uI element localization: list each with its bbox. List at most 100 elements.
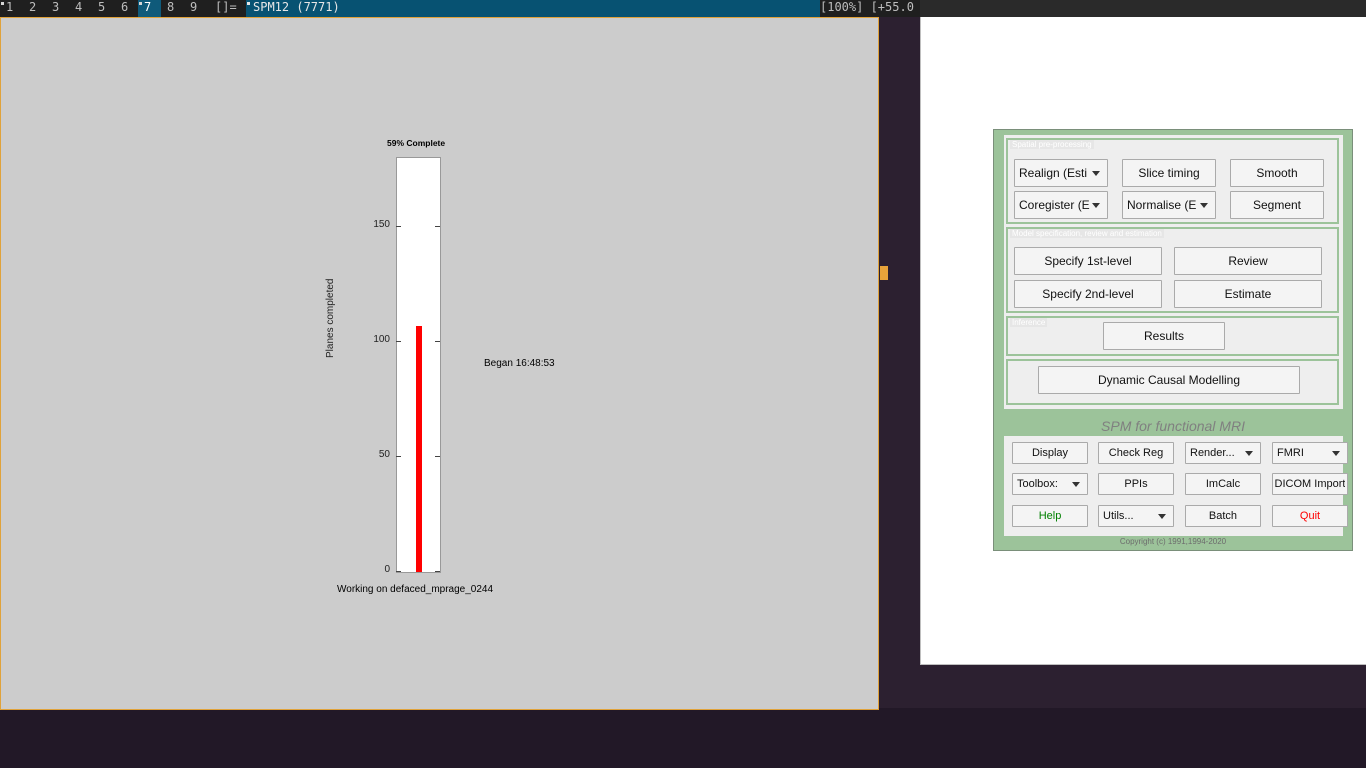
- workspace-label: 2: [29, 0, 37, 14]
- workspace-9[interactable]: 9: [184, 0, 207, 17]
- dcm-label: Dynamic Causal Modelling: [1097, 373, 1241, 387]
- y-tick-label: 0: [384, 564, 390, 575]
- workspace-label: 1: [6, 0, 14, 14]
- coregister-label: Coregister (E: [1019, 198, 1090, 212]
- spm-main-area: Spatial pre-processing Realign (Esti Sli…: [1004, 135, 1343, 409]
- modality-popup[interactable]: FMRI: [1272, 442, 1348, 464]
- dicom-import-label: DICOM Import: [1274, 478, 1346, 490]
- render-popup[interactable]: Render...: [1185, 442, 1261, 464]
- wallpaper: [0, 708, 1366, 768]
- estimate-button[interactable]: Estimate: [1174, 280, 1322, 308]
- status-text: [100%] [+55.0: [820, 0, 914, 14]
- workspace-label: 3: [52, 0, 60, 14]
- toolbox-label: Toolbox:: [1017, 478, 1058, 490]
- workspace-1[interactable]: 1: [0, 0, 23, 17]
- realign-popup[interactable]: Realign (Esti: [1014, 159, 1108, 187]
- estimate-label: Estimate: [1224, 287, 1272, 301]
- chevron-down-icon: [1072, 482, 1080, 487]
- spm-subtitle: SPM for functional MRI: [1101, 418, 1245, 434]
- window-title: SPM12 (7771): [253, 0, 340, 14]
- normalise-popup[interactable]: Normalise (E: [1122, 191, 1216, 219]
- workspace-5[interactable]: 5: [92, 0, 115, 17]
- y-tick: [435, 571, 440, 572]
- copyright-text: Copyright (c) 1991,1994-2020: [1119, 537, 1227, 546]
- help-button[interactable]: Help: [1012, 505, 1088, 527]
- y-tick: [396, 571, 401, 572]
- spm-menu-window: Spatial pre-processing Realign (Esti Sli…: [920, 17, 1366, 665]
- status-bar: 1 2 3 4 5 6 7 8 9 []= SPM12 (7771) [100%…: [0, 0, 920, 17]
- wallpaper-strip: [878, 17, 920, 708]
- workspace-label: 7: [144, 0, 152, 14]
- workspace-2[interactable]: 2: [23, 0, 46, 17]
- ppis-button[interactable]: PPIs: [1098, 473, 1174, 495]
- chevron-down-icon: [1200, 203, 1208, 208]
- specify-1st-level-button[interactable]: Specify 1st-level: [1014, 247, 1162, 275]
- dicom-import-button[interactable]: DICOM Import: [1272, 473, 1348, 495]
- smooth-label: Smooth: [1256, 166, 1298, 180]
- y-tick: [435, 226, 440, 227]
- chevron-down-icon: [1092, 171, 1100, 176]
- ppis-label: PPIs: [1124, 478, 1148, 490]
- y-tick: [435, 456, 440, 457]
- segment-label: Segment: [1252, 198, 1302, 212]
- status-bar-extension: [920, 0, 1366, 17]
- utils-popup[interactable]: Utils...: [1098, 505, 1174, 527]
- chevron-down-icon: [1245, 451, 1253, 456]
- workspace-label: 5: [98, 0, 106, 14]
- realign-label: Realign (Esti: [1019, 166, 1088, 180]
- display-label: Display: [1031, 447, 1069, 459]
- slice-timing-button[interactable]: Slice timing: [1122, 159, 1216, 187]
- batch-button[interactable]: Batch: [1185, 505, 1261, 527]
- smooth-button[interactable]: Smooth: [1230, 159, 1324, 187]
- results-button[interactable]: Results: [1103, 322, 1225, 350]
- progress-bar: [416, 325, 422, 572]
- chevron-down-icon: [1092, 203, 1100, 208]
- batch-label: Batch: [1208, 510, 1238, 522]
- quit-button[interactable]: Quit: [1272, 505, 1348, 527]
- check-reg-button[interactable]: Check Reg: [1098, 442, 1174, 464]
- chevron-down-icon: [1158, 514, 1166, 519]
- imcalc-button[interactable]: ImCalc: [1185, 473, 1261, 495]
- toolbox-popup[interactable]: Toolbox:: [1012, 473, 1088, 495]
- review-button[interactable]: Review: [1174, 247, 1322, 275]
- imcalc-label: ImCalc: [1205, 478, 1241, 490]
- spm-menu-panel: Spatial pre-processing Realign (Esti Sli…: [993, 129, 1353, 551]
- segment-button[interactable]: Segment: [1230, 191, 1324, 219]
- spm-utilities-area: Display Check Reg Render... FMRI Toolbox…: [1004, 436, 1348, 536]
- specify-1st-level-label: Specify 1st-level: [1044, 254, 1132, 268]
- floating-indicator: [247, 2, 250, 5]
- y-tick: [435, 341, 440, 342]
- specify-2nd-level-button[interactable]: Specify 2nd-level: [1014, 280, 1162, 308]
- workspace-4[interactable]: 4: [69, 0, 92, 17]
- progress-window: 59% Complete Planes completed Began 16:4…: [0, 17, 879, 710]
- help-label: Help: [1038, 510, 1062, 522]
- workspace-3[interactable]: 3: [46, 0, 69, 17]
- display-button[interactable]: Display: [1012, 442, 1088, 464]
- occupied-indicator: [139, 2, 142, 5]
- workspace-label: 4: [75, 0, 83, 14]
- inference-frame-label: Inference: [1010, 318, 1048, 327]
- utils-label: Utils...: [1103, 510, 1134, 522]
- render-label: Render...: [1190, 447, 1235, 459]
- workspace-6[interactable]: 6: [115, 0, 138, 17]
- progress-axes: [396, 157, 441, 573]
- workspace-label: 6: [121, 0, 129, 14]
- y-tick-label: 100: [373, 334, 390, 345]
- y-tick: [396, 456, 401, 457]
- results-label: Results: [1143, 329, 1184, 343]
- start-time-label: Began 16:48:53: [484, 358, 555, 369]
- layout-indicator[interactable]: []=: [215, 0, 237, 15]
- y-tick-label: 50: [378, 449, 390, 460]
- y-tick-label: 150: [373, 219, 390, 230]
- dynamic-causal-modelling-button[interactable]: Dynamic Causal Modelling: [1038, 366, 1300, 394]
- coregister-popup[interactable]: Coregister (E: [1014, 191, 1108, 219]
- workspace-7[interactable]: 7: [138, 0, 161, 17]
- check-reg-label: Check Reg: [1108, 447, 1164, 459]
- workspace-8[interactable]: 8: [161, 0, 184, 17]
- workspace-label: 9: [190, 0, 198, 14]
- quit-label: Quit: [1299, 510, 1321, 522]
- spatial-frame-label: Spatial pre-processing: [1010, 140, 1094, 149]
- y-tick: [396, 341, 401, 342]
- progress-title: 59% Complete: [387, 138, 446, 148]
- modality-label: FMRI: [1277, 447, 1304, 459]
